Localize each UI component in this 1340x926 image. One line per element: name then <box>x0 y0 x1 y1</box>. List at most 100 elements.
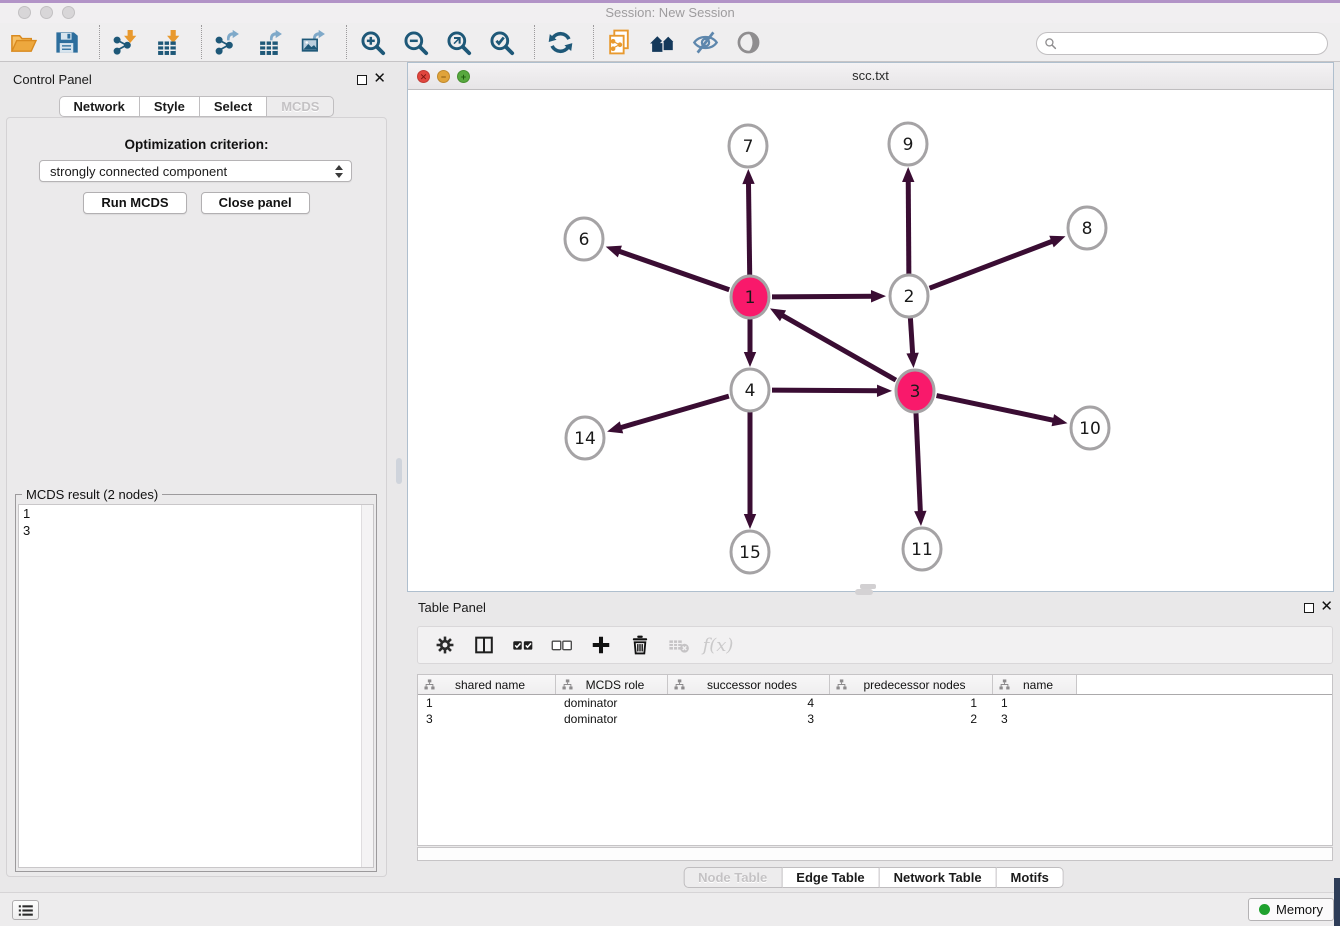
node-11[interactable]: 11 <box>903 528 941 570</box>
svg-text:3: 3 <box>910 382 921 402</box>
mcds-result-box[interactable]: 1 3 <box>18 504 374 868</box>
table-cell[interactable]: 4 <box>668 695 830 711</box>
export-network-icon[interactable] <box>212 27 242 57</box>
tab-network-table[interactable]: Network Table <box>880 867 997 888</box>
table-cell[interactable]: 3 <box>668 711 830 727</box>
edge-3-1[interactable] <box>770 308 896 380</box>
close-panel-button[interactable]: Close panel <box>201 192 310 214</box>
zoom-fit-icon[interactable] <box>443 27 473 57</box>
node-3[interactable]: 3 <box>896 370 934 412</box>
table-cell[interactable]: dominator <box>556 695 668 711</box>
memory-status-dot <box>1259 904 1270 915</box>
edge-4-3[interactable] <box>772 385 892 397</box>
column-header-name[interactable]: name <box>993 675 1077 694</box>
optimization-criterion-select[interactable]: strongly connected component <box>39 160 352 182</box>
result-scrollbar[interactable] <box>361 505 373 867</box>
zoom-out-icon[interactable] <box>400 27 430 57</box>
memory-label: Memory <box>1276 902 1323 917</box>
deselect-all-columns-icon[interactable] <box>549 632 575 658</box>
node-8[interactable]: 8 <box>1068 207 1106 249</box>
column-header-successor-nodes[interactable]: successor nodes <box>668 675 830 694</box>
column-header-shared-name[interactable]: shared name <box>418 675 556 694</box>
table-cell[interactable]: 1 <box>830 695 993 711</box>
close-table-panel-icon[interactable]: ✕ <box>1320 598 1333 616</box>
table-cell[interactable]: 2 <box>830 711 993 727</box>
new-network-from-selection-icon[interactable] <box>604 27 634 57</box>
horizontal-splitter-handle[interactable] <box>855 589 873 595</box>
edge-1-2[interactable] <box>772 290 886 302</box>
open-session-icon[interactable] <box>8 27 38 57</box>
edge-4-14[interactable] <box>607 396 729 433</box>
edge-1-4[interactable] <box>744 319 756 367</box>
edge-3-11[interactable] <box>914 413 926 526</box>
table-body: 1dominator4113dominator323 <box>418 695 1332 727</box>
table-cell[interactable]: dominator <box>556 711 668 727</box>
import-network-icon[interactable] <box>110 27 140 57</box>
vertical-splitter-handle[interactable] <box>396 458 402 484</box>
add-column-icon[interactable] <box>588 632 614 658</box>
tab-style[interactable]: Style <box>140 96 200 117</box>
close-panel-icon[interactable]: ✕ <box>373 70 386 88</box>
tab-mcds[interactable]: MCDS <box>267 96 334 117</box>
network-title: scc.txt <box>408 68 1333 83</box>
table-cell[interactable]: 3 <box>993 711 1077 727</box>
zoom-selected-icon[interactable] <box>486 27 516 57</box>
toggle-columns-icon[interactable] <box>471 632 497 658</box>
save-session-icon[interactable] <box>51 27 81 57</box>
tab-edge-table[interactable]: Edge Table <box>782 867 879 888</box>
table-cell[interactable]: 1 <box>993 695 1077 711</box>
float-table-panel-icon[interactable] <box>1304 603 1314 613</box>
column-header-MCDS-role[interactable]: MCDS role <box>556 675 668 694</box>
apply-preferred-layout-icon[interactable] <box>545 27 575 57</box>
table-hscrollbar[interactable] <box>417 847 1333 861</box>
edge-3-10[interactable] <box>937 396 1068 427</box>
table-cell[interactable]: 3 <box>418 711 556 727</box>
edge-1-7[interactable] <box>742 169 754 275</box>
edge-1-6[interactable] <box>606 246 730 290</box>
edge-2-9[interactable] <box>902 167 914 274</box>
tab-node-table[interactable]: Node Table <box>683 867 782 888</box>
chevron-updown-icon <box>335 165 343 178</box>
node-2[interactable]: 2 <box>890 275 928 317</box>
table-panel: Table Panel ✕ f(x) shared nameMCDS roles… <box>407 596 1340 892</box>
network-canvas-svg[interactable]: 7 9 6 8 1 2 4 3 14 10 15 11 <box>408 90 1333 591</box>
import-table-icon[interactable] <box>153 27 183 57</box>
first-neighbors-icon[interactable] <box>647 27 677 57</box>
node-1[interactable]: 1 <box>731 276 769 318</box>
tab-select[interactable]: Select <box>200 96 267 117</box>
edge-2-8[interactable] <box>930 236 1066 288</box>
tab-motifs[interactable]: Motifs <box>997 867 1064 888</box>
table-cell[interactable]: 1 <box>418 695 556 711</box>
network-canvas[interactable]: 7 9 6 8 1 2 4 3 14 10 15 11 <box>408 90 1333 591</box>
zoom-in-icon[interactable] <box>357 27 387 57</box>
node-6[interactable]: 6 <box>565 218 603 260</box>
column-header-predecessor-nodes[interactable]: predecessor nodes <box>830 675 993 694</box>
toolbar-separator <box>201 25 202 59</box>
export-image-icon[interactable] <box>298 27 328 57</box>
run-mcds-button[interactable]: Run MCDS <box>83 192 186 214</box>
network-window-titlebar[interactable]: ✕ − + scc.txt <box>408 63 1333 90</box>
desktop-background-edge <box>1334 878 1340 926</box>
float-panel-icon[interactable] <box>357 75 367 85</box>
node-7[interactable]: 7 <box>729 125 767 167</box>
node-9[interactable]: 9 <box>889 123 927 165</box>
memory-button[interactable]: Memory <box>1248 898 1334 921</box>
node-15[interactable]: 15 <box>731 531 769 573</box>
task-history-button[interactable] <box>12 900 39 920</box>
export-table-icon[interactable] <box>255 27 285 57</box>
edge-4-15[interactable] <box>744 412 756 529</box>
toolbar-search-field[interactable] <box>1036 32 1328 55</box>
show-all-icon[interactable] <box>733 27 763 57</box>
table-row[interactable]: 3dominator323 <box>418 711 1332 727</box>
table-settings-icon[interactable] <box>432 632 458 658</box>
node-4[interactable]: 4 <box>731 369 769 411</box>
delete-column-icon[interactable] <box>627 632 653 658</box>
table-row[interactable]: 1dominator411 <box>418 695 1332 711</box>
select-all-columns-icon[interactable] <box>510 632 536 658</box>
node-14[interactable]: 14 <box>566 417 604 459</box>
hide-selected-icon[interactable] <box>690 27 720 57</box>
tab-network[interactable]: Network <box>59 96 140 117</box>
edge-2-3[interactable] <box>906 318 918 368</box>
node-10[interactable]: 10 <box>1071 407 1109 449</box>
search-input[interactable] <box>1057 34 1327 53</box>
